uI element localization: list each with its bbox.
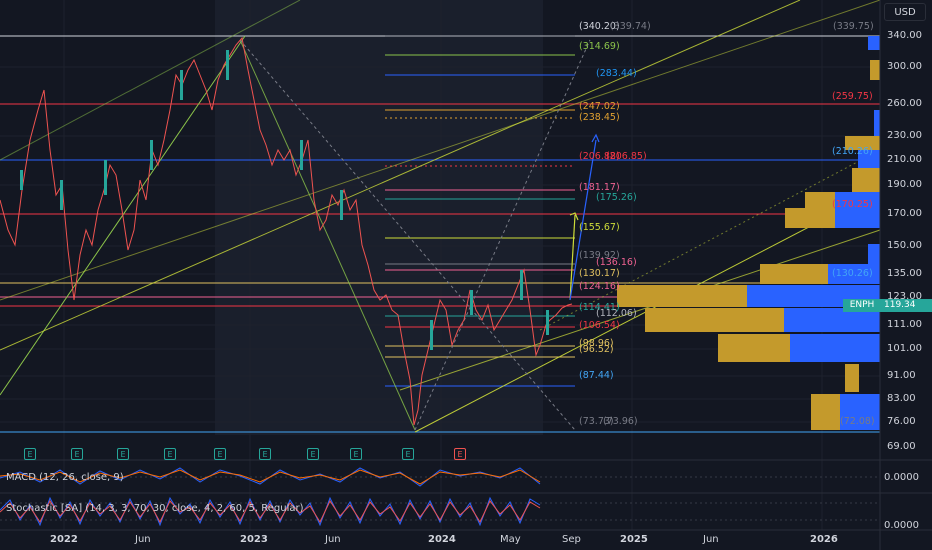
price-axis-label: 300.00 [887,61,922,72]
stochastic-value: 0.0000 [884,520,919,531]
earnings-marker[interactable]: E [307,448,319,460]
fib-label: (106.54) [579,320,620,331]
fib-label: (259.75) [832,91,873,102]
price-axis-label: 150.00 [887,240,922,251]
price-axis-label: 210.00 [887,154,922,165]
fib-label: (175.26) [596,192,637,203]
fib-label: (339.75) [833,21,874,32]
fib-label: (170.25) [832,199,873,210]
chart-canvas[interactable] [0,0,932,550]
fib-label: (206.85) [606,151,647,162]
price-axis-label: 69.00 [887,441,916,452]
fib-label: (96.52) [579,344,614,355]
price-axis-label: 340.00 [887,30,922,41]
earnings-marker[interactable]: E [214,448,226,460]
fib-label: (210.26) [832,146,873,157]
stochastic-label[interactable]: Stochastic [SA] (14, 3, 3, 70, 30, close… [6,503,304,514]
fib-label: (72.08) [840,416,875,427]
highlight-range [215,0,543,435]
time-axis-label: Jun [135,534,151,545]
fib-label: (136.16) [596,257,637,268]
earnings-marker[interactable]: E [164,448,176,460]
time-axis-label: Jun [325,534,341,545]
time-axis-label: 2022 [50,534,78,545]
fib-label: (124.16) [579,281,620,292]
time-axis-label: May [500,534,521,545]
time-axis-label: Sep [562,534,581,545]
time-axis-label: 2026 [810,534,838,545]
time-axis-label: 2025 [620,534,648,545]
price-axis-label: 230.00 [887,130,922,141]
earnings-marker[interactable]: E [259,448,271,460]
earnings-marker[interactable]: E [117,448,129,460]
price-axis-label: 170.00 [887,208,922,219]
earnings-marker[interactable]: E [402,448,414,460]
last-price-tag: 119.34 [881,299,932,312]
symbol-tag: ENPH [843,299,881,312]
earnings-marker[interactable]: E [350,448,362,460]
time-axis-label: 2024 [428,534,456,545]
fib-label: (130.26) [832,268,873,279]
fib-label: (155.67) [579,222,620,233]
price-axis-label: 111.00 [887,319,922,330]
earnings-marker[interactable]: E [454,448,466,460]
time-axis-label: 2023 [240,534,268,545]
price-axis-label: 190.00 [887,179,922,190]
currency-button[interactable]: USD [884,3,926,21]
price-axis-label: 101.00 [887,343,922,354]
fib-label: (247.02) [579,101,620,112]
fib-label: (87.44) [579,370,614,381]
price-axis-label: 76.00 [887,416,916,427]
fib-label: (339.74) [610,21,651,32]
fib-label: (238.45) [579,112,620,123]
fib-label: (283.44) [596,68,637,79]
price-axis-label: 135.00 [887,268,922,279]
price-axis-label: 260.00 [887,98,922,109]
macd-pane [0,467,880,487]
time-axis-label: Jun [703,534,719,545]
earnings-marker[interactable]: E [71,448,83,460]
fib-label: (130.17) [579,268,620,279]
fib-label: (112.06) [596,308,637,319]
price-axis-label: 91.00 [887,370,916,381]
earnings-marker[interactable]: E [24,448,36,460]
fib-label: (73.96) [603,416,638,427]
fib-label: (314.69) [579,41,620,52]
macd-label[interactable]: MACD (12, 26, close, 9) [6,472,124,483]
price-axis-label: 83.00 [887,393,916,404]
macd-value: 0.0000 [884,472,919,483]
